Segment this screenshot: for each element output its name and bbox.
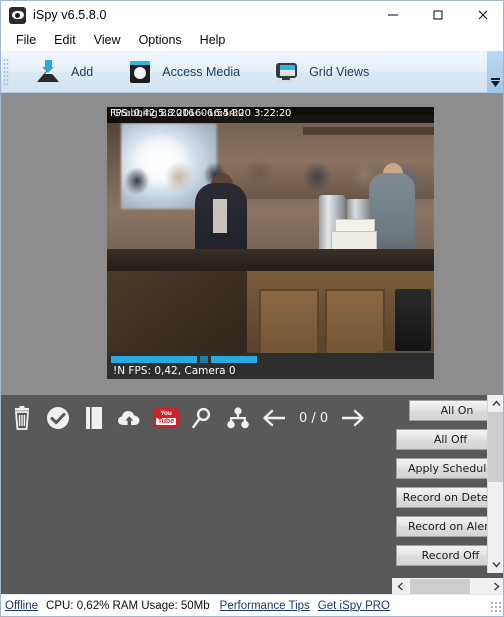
menu-item-options[interactable]: Options xyxy=(130,31,191,49)
camera-osd-bottom: !N FPS: 0,42, Camera 0 xyxy=(107,353,434,379)
camera-osd-top: FPS: 0,42 5.8.2016- 16:54:20 Grabbing 8.… xyxy=(107,107,434,123)
camera-activity-bars xyxy=(111,356,257,363)
camera-tile[interactable]: FPS: 0,42 5.8.2016- 16:54:20 Grabbing 8.… xyxy=(107,107,434,379)
performance-tips-link[interactable]: Performance Tips xyxy=(220,600,310,612)
access-media-button[interactable]: Access Media xyxy=(117,55,250,89)
arrow-right-icon[interactable] xyxy=(338,403,368,433)
status-bar: Offline CPU: 0,62% RAM Usage: 50Mb Perfo… xyxy=(1,594,503,616)
add-button[interactable]: Add xyxy=(26,55,103,89)
horizontal-scroll-thumb[interactable] xyxy=(410,579,470,594)
youtube-icon[interactable]: You Tube xyxy=(151,403,181,433)
arrow-left-icon[interactable] xyxy=(259,403,289,433)
bookmark-icon[interactable] xyxy=(79,403,109,433)
youtube-tube-text: Tube xyxy=(155,418,177,426)
add-button-label: Add xyxy=(71,64,94,79)
panel-horizontal-scrollbar[interactable] xyxy=(392,578,503,595)
window-controls xyxy=(370,1,503,29)
check-circle-icon[interactable] xyxy=(43,403,73,433)
panel-vertical-scrollbar[interactable] xyxy=(487,395,503,573)
page-count-label: 0 / 0 xyxy=(299,410,329,426)
grid-views-button[interactable]: Grid Views xyxy=(264,55,379,89)
menu-bar: File Edit View Options Help xyxy=(1,29,503,51)
scroll-left-button[interactable] xyxy=(392,578,409,595)
menu-item-file[interactable]: File xyxy=(7,31,45,49)
vertical-scroll-thumb[interactable] xyxy=(488,412,503,482)
toolbar-grip[interactable] xyxy=(3,57,9,86)
ispy-window: iSpy v6.5.8.0 File Edit View Options Hel… xyxy=(0,0,504,617)
delete-icon[interactable] xyxy=(7,403,37,433)
camera-control-panel: All On All Off Apply Schedule Record on … xyxy=(392,395,503,596)
access-media-label: Access Media xyxy=(162,64,241,79)
cpu-ram-usage-label: CPU: 0,62% RAM Usage: 50Mb xyxy=(46,599,210,612)
youtube-you-text: You xyxy=(160,409,172,417)
menu-item-help[interactable]: Help xyxy=(191,31,235,49)
camera-status-text: !N FPS: 0,42, Camera 0 xyxy=(113,365,236,377)
camera-grid-area: FPS: 0,42 5.8.2016- 16:54:20 Grabbing 8.… xyxy=(1,93,503,395)
osd-secondary-timestamp: Grabbing 8.2016- 06:54:30 xyxy=(113,108,245,119)
cloud-upload-icon[interactable] xyxy=(115,403,145,433)
magnifier-icon[interactable] xyxy=(187,403,217,433)
scroll-right-button[interactable] xyxy=(488,578,503,595)
eye-icon xyxy=(9,6,26,24)
minimize-button[interactable] xyxy=(370,1,415,29)
media-toolbar-icons: You Tube 0 / 0 xyxy=(1,395,374,441)
chevron-down-icon xyxy=(490,78,500,87)
close-button[interactable] xyxy=(460,1,503,29)
osd-elapsed-time: 3:22:20 xyxy=(254,108,292,119)
menu-item-edit[interactable]: Edit xyxy=(45,31,85,49)
offline-status-link[interactable]: Offline xyxy=(5,600,38,612)
media-disc-icon xyxy=(127,59,153,85)
scroll-up-button[interactable] xyxy=(488,395,503,412)
toolbar-overflow-button[interactable] xyxy=(487,51,503,93)
grid-views-label: Grid Views xyxy=(309,64,370,79)
add-mountain-icon xyxy=(36,59,62,85)
monitor-icon xyxy=(274,59,300,85)
resize-grip[interactable] xyxy=(490,601,502,613)
menu-item-view[interactable]: View xyxy=(85,31,130,49)
share-network-icon[interactable] xyxy=(223,403,253,433)
camera-video-feed[interactable] xyxy=(107,107,434,379)
title-bar: iSpy v6.5.8.0 xyxy=(1,1,503,29)
scroll-down-button[interactable] xyxy=(488,556,503,573)
maximize-button[interactable] xyxy=(415,1,460,29)
main-toolbar: Add Access Media Grid Views xyxy=(1,51,503,93)
window-title: iSpy v6.5.8.0 xyxy=(33,8,107,22)
get-ispy-pro-link[interactable]: Get iSpy PRO xyxy=(318,600,390,612)
